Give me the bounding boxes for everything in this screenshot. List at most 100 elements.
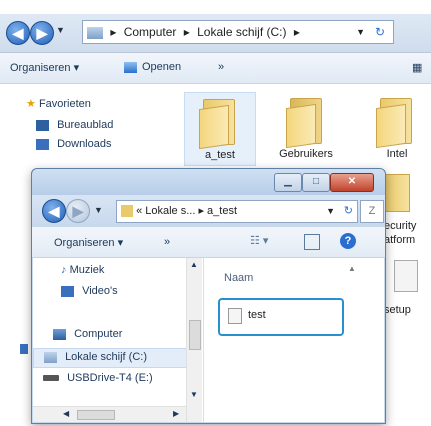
- refresh-icon[interactable]: ↻: [344, 201, 353, 222]
- column-header-name[interactable]: Naam: [224, 272, 253, 284]
- address-field[interactable]: « Lokale s... ▸ a_test ▼ ↻: [116, 200, 358, 223]
- scroll-thumb[interactable]: [77, 410, 115, 420]
- downloads-label: Downloads: [57, 138, 112, 150]
- usb-drive-icon: [43, 375, 59, 382]
- folder-security-platform[interactable]: ecurity atform: [384, 170, 431, 250]
- history-dropdown-icon[interactable]: ▼: [56, 25, 65, 35]
- computer-label: Computer: [74, 328, 123, 340]
- organize-button[interactable]: Organiseren ▾: [10, 61, 79, 74]
- forward-button[interactable]: ▶: [66, 199, 90, 223]
- address-bar: ◀ ▶ ▼ ▸ Computer ▸ Lokale schijf (C:) ▸ …: [0, 14, 431, 53]
- music-icon: ♪: [61, 264, 67, 276]
- dropdown-icon[interactable]: ▼: [326, 201, 335, 222]
- text-file-icon: [228, 308, 242, 324]
- navigation-pane: ♪ Muziek Video's Computer Lokale schijf …: [33, 258, 204, 422]
- more-button[interactable]: »: [218, 61, 224, 73]
- folder-icon: [384, 174, 410, 212]
- usb-drive-label: USBDrive-T4 (E:): [67, 372, 153, 384]
- history-dropdown-icon[interactable]: ▼: [94, 205, 103, 215]
- arrow-left-icon: ◀: [48, 203, 60, 219]
- nav-music[interactable]: ♪ Muziek: [61, 264, 104, 276]
- scroll-down-arrow-icon[interactable]: ▼: [190, 390, 198, 399]
- file-label: test: [248, 309, 266, 321]
- folder-a-test[interactable]: a_test: [184, 92, 256, 166]
- back-button[interactable]: ◀: [6, 21, 30, 45]
- breadcrumb-separator: ▸: [293, 25, 300, 39]
- breadcrumb-separator: ▸: [198, 205, 204, 217]
- folder-icon: [286, 98, 326, 149]
- sort-arrow-icon: ▲: [348, 264, 356, 273]
- file-setup[interactable]: setup: [384, 256, 431, 326]
- arrow-right-icon: ▶: [72, 203, 84, 219]
- video-icon: [61, 285, 74, 297]
- arrow-left-icon: ◀: [12, 25, 24, 41]
- nav-usb-drive[interactable]: USBDrive-T4 (E:): [43, 372, 153, 384]
- nav-favorites[interactable]: ★ Favorieten: [26, 96, 91, 112]
- star-icon: ★: [26, 98, 36, 110]
- breadcrumb-drive[interactable]: Lokale s...: [145, 205, 195, 217]
- view-options-icon[interactable]: ☷ ▾: [250, 234, 268, 247]
- local-drive-label: Lokale schijf (C:): [65, 351, 147, 363]
- file-label: setup: [384, 304, 411, 316]
- folder-label: atform: [384, 234, 416, 246]
- folder-icon: [376, 98, 416, 149]
- folder-icon: [199, 99, 239, 150]
- title-bar[interactable]: ▁ □ ✕: [32, 169, 385, 195]
- nav-videos[interactable]: Video's: [61, 285, 118, 297]
- overflow-chevron[interactable]: «: [136, 205, 142, 217]
- file-list-pane: Naam ▲ test: [204, 258, 384, 422]
- computer-icon: [53, 328, 66, 340]
- vertical-scrollbar[interactable]: ▲ ▼: [186, 258, 202, 422]
- breadcrumb-folder[interactable]: a_test: [207, 205, 237, 217]
- scroll-left-arrow-icon[interactable]: ◀: [63, 409, 69, 418]
- folder-small-icon: [121, 205, 133, 218]
- open-button[interactable]: Openen: [124, 61, 181, 73]
- breadcrumb-separator: ▸: [110, 25, 117, 39]
- file-icon: [394, 260, 418, 292]
- arrow-right-icon: ▶: [36, 25, 48, 41]
- folder-intel[interactable]: Intel: [362, 92, 431, 164]
- more-button[interactable]: »: [164, 236, 170, 248]
- downloads-icon: [36, 138, 49, 150]
- address-field[interactable]: ▸ Computer ▸ Lokale schijf (C:) ▸ ▼ ↻: [82, 20, 394, 44]
- folder-label: a_test: [205, 149, 235, 161]
- scroll-thumb[interactable]: [189, 320, 201, 350]
- folder-label: Intel: [386, 148, 408, 160]
- file-item-test[interactable]: test: [218, 298, 344, 336]
- explorer-window-front: ▁ □ ✕ ◀ ▶ ▼ « Lokale s... ▸ a_test ▼ ↻ Z…: [31, 168, 386, 424]
- preview-pane-icon[interactable]: [304, 234, 320, 250]
- scroll-up-arrow-icon[interactable]: ▲: [190, 260, 198, 269]
- organize-button[interactable]: Organiseren ▾: [54, 236, 123, 249]
- nav-local-drive-selected[interactable]: Lokale schijf (C:): [33, 348, 188, 368]
- videos-label: Video's: [82, 285, 118, 297]
- minimize-button[interactable]: ▁: [274, 173, 302, 192]
- refresh-icon[interactable]: ↻: [375, 21, 385, 43]
- help-icon[interactable]: ?: [340, 233, 356, 249]
- scroll-right-arrow-icon[interactable]: ▶: [173, 409, 179, 418]
- close-button[interactable]: ✕: [330, 173, 374, 192]
- nav-downloads[interactable]: Downloads: [36, 136, 111, 152]
- address-bar: ◀ ▶ ▼ « Lokale s... ▸ a_test ▼ ↻ Z: [32, 195, 385, 227]
- maximize-button[interactable]: □: [302, 173, 330, 192]
- command-bar: Organiseren ▾ » ☷ ▾ ?: [32, 227, 385, 258]
- drive-icon: [87, 26, 103, 39]
- dropdown-icon[interactable]: ▼: [356, 21, 365, 43]
- pin-icon: [20, 344, 28, 354]
- open-label: Openen: [142, 61, 182, 73]
- breadcrumb-separator: ▸: [183, 25, 190, 39]
- open-icon: [124, 61, 137, 73]
- folder-label: ecurity: [384, 220, 417, 232]
- folder-gebruikers[interactable]: Gebruikers: [266, 92, 346, 164]
- command-bar: Organiseren ▾ Openen » ▦: [0, 53, 431, 84]
- desktop-label: Bureaublad: [57, 119, 114, 131]
- search-input[interactable]: Z: [360, 200, 384, 223]
- breadcrumb-computer[interactable]: Computer: [124, 25, 177, 39]
- forward-button[interactable]: ▶: [30, 21, 54, 45]
- back-button[interactable]: ◀: [42, 199, 66, 223]
- nav-computer[interactable]: Computer: [53, 328, 122, 340]
- horizontal-scrollbar[interactable]: ◀ ▶: [33, 406, 186, 422]
- breadcrumb-drive[interactable]: Lokale schijf (C:): [197, 25, 286, 39]
- nav-desktop[interactable]: Bureaublad: [36, 117, 113, 133]
- view-icon[interactable]: ▦: [412, 61, 422, 74]
- favorites-label: Favorieten: [38, 98, 91, 110]
